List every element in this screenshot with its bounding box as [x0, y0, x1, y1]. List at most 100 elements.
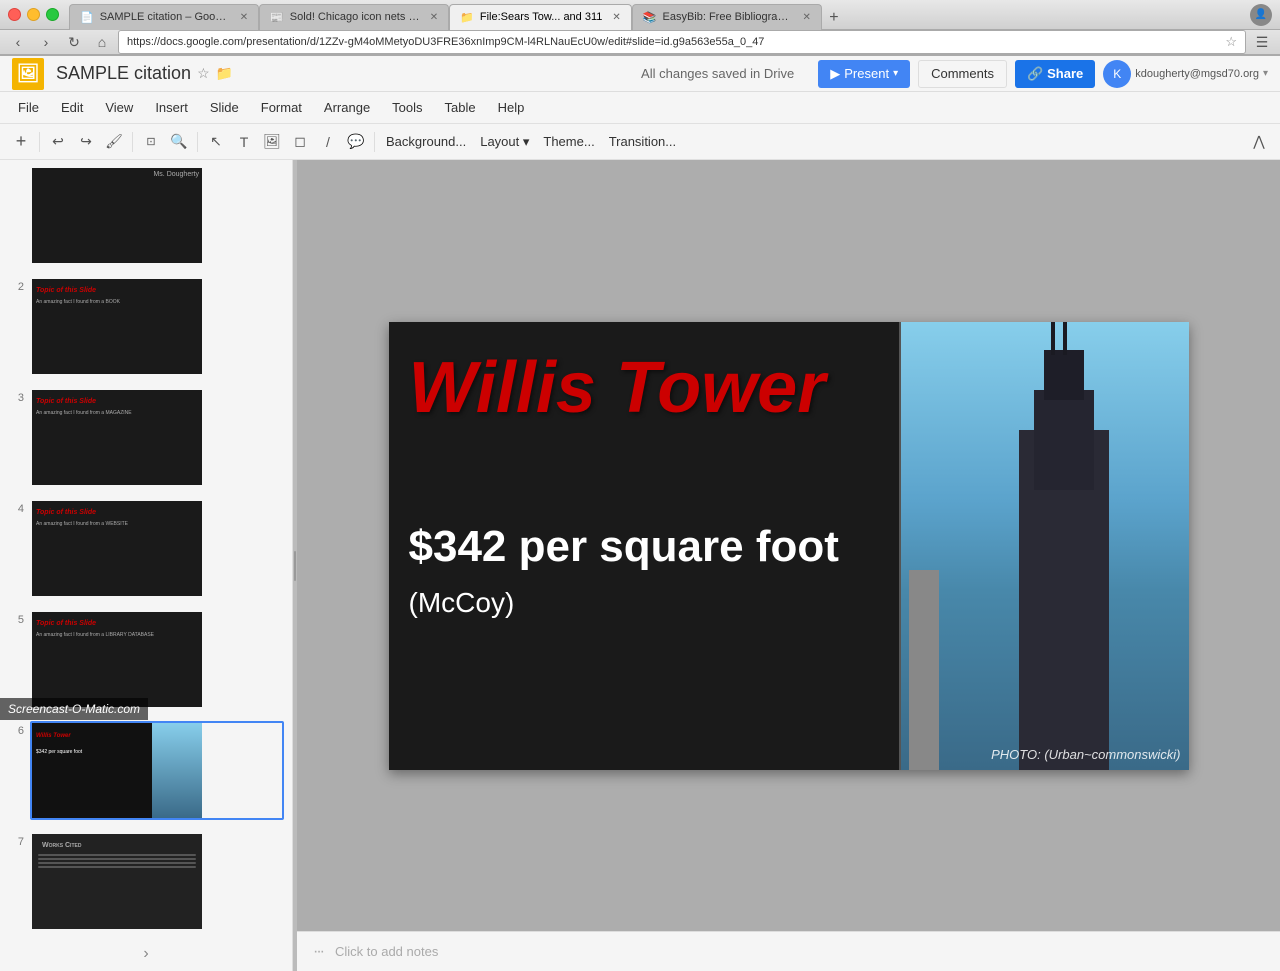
- notes-area: ··· Click to add notes: [297, 931, 1280, 971]
- account-dropdown-icon[interactable]: ▾: [1263, 68, 1268, 79]
- tab-sample-citation[interactable]: 📄 SAMPLE citation – Google ... ✕: [69, 4, 259, 30]
- close-window-button[interactable]: [8, 8, 21, 21]
- slide-preview-3[interactable]: Topic of this Slide An amazing fact I fo…: [30, 388, 284, 487]
- menu-table[interactable]: Table: [435, 96, 486, 119]
- tab-label-1: SAMPLE citation – Google ...: [100, 11, 230, 23]
- back-button[interactable]: ‹: [6, 30, 30, 54]
- maximize-window-button[interactable]: [46, 8, 59, 21]
- menu-tools[interactable]: Tools: [382, 96, 432, 119]
- slide-preview-4[interactable]: Topic of this Slide An amazing fact I fo…: [30, 499, 284, 598]
- tab-close-4[interactable]: ✕: [802, 12, 810, 23]
- collapse-toolbar-button[interactable]: ⋀: [1246, 129, 1272, 155]
- document-title[interactable]: SAMPLE citation: [56, 63, 191, 84]
- reload-button[interactable]: ↻: [62, 30, 86, 54]
- menu-insert[interactable]: Insert: [145, 96, 198, 119]
- slide-price[interactable]: $342 per square foot: [409, 522, 839, 572]
- new-tab-button[interactable]: +: [822, 6, 846, 30]
- home-button[interactable]: ⌂: [90, 30, 114, 54]
- comment-button[interactable]: 💬: [343, 129, 369, 155]
- slide-3-body: An amazing fact I found from a MAGAZINE: [36, 410, 132, 416]
- redo-button[interactable]: ↪: [73, 129, 99, 155]
- formatting-toolbar: + ↩ ↪ 🖌 ⊡ 🔍 ↖ T 🖼 ◻ / 💬 Background... La…: [0, 124, 1280, 160]
- slide-thumb-4[interactable]: 4 Topic of this Slide An amazing fact I …: [0, 493, 292, 604]
- slide-thumb-1[interactable]: Ms. Dougherty: [0, 160, 292, 271]
- menu-format[interactable]: Format: [251, 96, 312, 119]
- undo-button[interactable]: ↩: [45, 129, 71, 155]
- present-label: Present: [844, 66, 889, 81]
- menu-button[interactable]: ☰: [1250, 30, 1274, 54]
- slide-preview-7[interactable]: Works Cited: [30, 832, 284, 931]
- line-button[interactable]: /: [315, 129, 341, 155]
- minimize-window-button[interactable]: [27, 8, 40, 21]
- cursor-button[interactable]: ↖: [203, 129, 229, 155]
- present-dropdown-icon[interactable]: ▾: [893, 68, 898, 79]
- notes-resize-handle[interactable]: ···: [313, 943, 323, 961]
- slide-5-title: Topic of this Slide: [36, 620, 96, 627]
- slide-preview-2[interactable]: Topic of this Slide An amazing fact I fo…: [30, 277, 284, 376]
- slide-number-2: 2: [8, 277, 24, 293]
- image-button[interactable]: 🖼: [259, 129, 285, 155]
- notes-placeholder[interactable]: Click to add notes: [335, 944, 438, 959]
- menu-view[interactable]: View: [95, 96, 143, 119]
- main-content-area: Ms. Dougherty 2 Topic of this Slide An a…: [0, 160, 1280, 971]
- address-bar[interactable]: https://docs.google.com/presentation/d/1…: [118, 30, 1246, 54]
- comments-button[interactable]: Comments: [918, 60, 1007, 88]
- present-button[interactable]: ▶ Present ▾: [818, 60, 910, 88]
- slide-canvas[interactable]: Willis Tower $342 per square foot (McCoy…: [297, 160, 1280, 931]
- saved-status: All changes saved in Drive: [641, 66, 794, 81]
- panel-expand-icon[interactable]: ›: [143, 945, 148, 963]
- slide-thumb-7[interactable]: 7 Works Cited: [0, 826, 292, 937]
- tab-close-3[interactable]: ✕: [612, 12, 620, 23]
- folder-icon[interactable]: 📁: [216, 65, 233, 82]
- zoom-button[interactable]: 🔍: [166, 129, 192, 155]
- menu-edit-label: Edit: [61, 100, 83, 115]
- menu-help-label: Help: [498, 100, 525, 115]
- share-button[interactable]: 🔗 Share: [1015, 60, 1095, 88]
- user-email: kdougherty@mgsd70.org: [1135, 68, 1259, 80]
- layout-dropdown[interactable]: Layout ▾: [474, 129, 535, 155]
- present-icon: ▶: [830, 66, 840, 82]
- theme-dropdown[interactable]: Theme...: [537, 129, 600, 155]
- zoom-fit-button[interactable]: ⊡: [138, 129, 164, 155]
- user-account[interactable]: K kdougherty@mgsd70.org ▾: [1103, 60, 1268, 88]
- panel-expand-toggle[interactable]: ›: [0, 937, 292, 971]
- separator-1: [39, 132, 40, 152]
- title-actions: ☆ 📁: [197, 65, 233, 82]
- menu-slide[interactable]: Slide: [200, 96, 249, 119]
- tab-file-sears[interactable]: 📁 File:Sears Tow... and 311 ✕: [449, 4, 632, 30]
- background-dropdown[interactable]: Background...: [380, 129, 472, 155]
- slide-thumb-3[interactable]: 3 Topic of this Slide An amazing fact I …: [0, 382, 292, 493]
- slide-preview-6[interactable]: Willis Tower $342 per square foot: [30, 721, 284, 820]
- slide-thumb-2[interactable]: 2 Topic of this Slide An amazing fact I …: [0, 271, 292, 382]
- menu-slide-label: Slide: [210, 100, 239, 115]
- menu-table-label: Table: [445, 100, 476, 115]
- forward-button[interactable]: ›: [34, 30, 58, 54]
- star-icon[interactable]: ☆: [197, 65, 210, 82]
- slide-main-title[interactable]: Willis Tower: [409, 352, 969, 424]
- tab-easybib[interactable]: 📚 EasyBib: Free Bibliograph... ✕: [632, 4, 822, 30]
- comments-label: Comments: [931, 66, 994, 81]
- tab-close-2[interactable]: ✕: [430, 12, 438, 23]
- tab-sold-chicago[interactable]: 📰 Sold! Chicago icon nets $... ✕: [259, 4, 449, 30]
- text-button[interactable]: T: [231, 129, 257, 155]
- app-header: 🖼 SAMPLE citation ☆ 📁 All changes saved …: [0, 56, 1280, 92]
- paint-format-button[interactable]: 🖌: [101, 129, 127, 155]
- resize-dots-icon: ···: [313, 943, 323, 961]
- menu-help[interactable]: Help: [488, 96, 535, 119]
- shape-button[interactable]: ◻: [287, 129, 313, 155]
- bookmark-star-icon[interactable]: ☆: [1225, 34, 1237, 50]
- separator-4: [374, 132, 375, 152]
- slide-thumb-6[interactable]: 6 Willis Tower $342 per square foot: [0, 715, 292, 826]
- slide-panel: Ms. Dougherty 2 Topic of this Slide An a…: [0, 160, 293, 971]
- menu-file[interactable]: File: [8, 96, 49, 119]
- menu-arrange[interactable]: Arrange: [314, 96, 380, 119]
- transition-dropdown[interactable]: Transition...: [603, 129, 682, 155]
- slide-preview-5[interactable]: Topic of this Slide An amazing fact I fo…: [30, 610, 284, 709]
- slide-preview-1[interactable]: Ms. Dougherty: [30, 166, 284, 265]
- browser-tabs: 📄 SAMPLE citation – Google ... ✕ 📰 Sold!…: [69, 0, 1250, 30]
- slide-citation[interactable]: (McCoy): [409, 587, 515, 619]
- tower-upper-body: [1034, 390, 1094, 490]
- add-button[interactable]: +: [8, 129, 34, 155]
- tab-close-1[interactable]: ✕: [240, 12, 248, 23]
- menu-edit[interactable]: Edit: [51, 96, 93, 119]
